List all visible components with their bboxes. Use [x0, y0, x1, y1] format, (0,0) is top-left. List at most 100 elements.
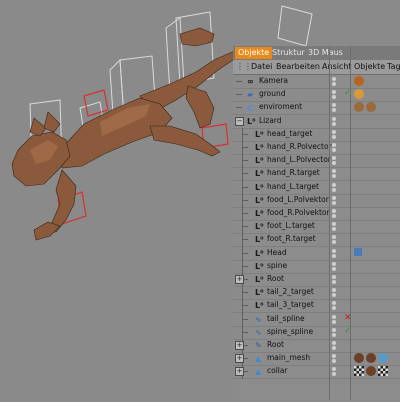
- object-name[interactable]: Lizard: [259, 116, 282, 125]
- object-name[interactable]: foot_R.target: [267, 234, 316, 243]
- editor-visibility-dot[interactable]: [332, 367, 336, 372]
- object-row[interactable]: ∿ tail_spline ✕: [233, 312, 400, 327]
- object-row[interactable]: L⁰ hand_R.target: [233, 167, 400, 182]
- tab-struktur[interactable]: Struktur: [269, 47, 308, 59]
- object-name[interactable]: spine_spline: [267, 327, 313, 336]
- object-name[interactable]: main_mesh: [267, 353, 310, 362]
- editor-visibility-dot[interactable]: [332, 209, 336, 213]
- object-row[interactable]: ∞ Kamera: [233, 75, 400, 89]
- object-name[interactable]: food_R.Polvektor: [267, 208, 330, 217]
- object-row[interactable]: L⁰ head_target: [233, 127, 400, 142]
- editor-visibility-dot[interactable]: [332, 143, 336, 147]
- editor-visibility-dot[interactable]: [332, 103, 336, 108]
- object-row[interactable]: ∿ spine_spline ✓: [233, 325, 400, 340]
- object-row[interactable]: + ▲ main_mesh: [233, 352, 400, 367]
- editor-visibility-dot[interactable]: [332, 129, 336, 134]
- object-name[interactable]: spine: [267, 261, 287, 270]
- object-row[interactable]: L⁰ foot_R.target: [233, 233, 400, 248]
- object-name[interactable]: hand_L.Polvector: [267, 155, 331, 164]
- menu-objekte[interactable]: Objekte: [354, 62, 385, 71]
- expand-button[interactable]: +: [235, 354, 244, 364]
- menu-bearbeiten[interactable]: Bearbeiten: [276, 62, 320, 71]
- render-visibility-dot[interactable]: [332, 121, 336, 126]
- render-visibility-dot[interactable]: [332, 372, 336, 377]
- object-name[interactable]: hand_R.Polvector: [267, 142, 332, 151]
- object-name[interactable]: food_L.Polvektor: [267, 195, 329, 204]
- editor-visibility-dot[interactable]: [332, 288, 336, 293]
- render-visibility-dot[interactable]: [332, 293, 336, 298]
- object-name[interactable]: tail_3_target: [267, 300, 314, 309]
- render-visibility-dot[interactable]: [332, 148, 336, 152]
- object-row[interactable]: L⁰ food_L.Polvektor: [233, 193, 400, 208]
- expand-button[interactable]: +: [235, 341, 244, 350]
- menu-tags[interactable]: Tags: [387, 62, 400, 71]
- object-row[interactable]: L⁰ Head: [233, 246, 400, 261]
- editor-visibility-dot[interactable]: [332, 261, 336, 266]
- object-name[interactable]: Root: [267, 274, 284, 283]
- object-row[interactable]: + ▲ collar: [233, 365, 400, 380]
- object-name[interactable]: Kamera: [259, 76, 288, 85]
- material-sphere-icon[interactable]: [366, 366, 376, 377]
- editor-visibility-dot[interactable]: [332, 275, 336, 279]
- render-visibility-dot[interactable]: [332, 253, 336, 258]
- object-row[interactable]: L⁰ hand_R.Polvector: [233, 141, 400, 155]
- object-name[interactable]: Head: [267, 248, 287, 257]
- object-name[interactable]: tail_spline: [267, 314, 305, 323]
- expand-button[interactable]: +: [235, 367, 244, 377]
- material-tag-icon[interactable]: [354, 102, 364, 113]
- object-name[interactable]: foot_L.target: [267, 221, 315, 230]
- object-row[interactable]: L⁰ tail_2_target: [233, 286, 400, 301]
- tab-3d-maus[interactable]: 3D Maus: [305, 47, 346, 59]
- object-name[interactable]: Root: [267, 340, 284, 349]
- object-row[interactable]: ◐ enviroment: [233, 101, 400, 116]
- editor-visibility-dot[interactable]: [332, 116, 336, 121]
- render-visibility-dot[interactable]: [332, 346, 336, 350]
- editor-visibility-dot[interactable]: [332, 222, 336, 227]
- tag-icon[interactable]: [354, 89, 364, 100]
- editor-visibility-dot[interactable]: [332, 327, 336, 332]
- render-visibility-dot[interactable]: [332, 82, 336, 86]
- editor-visibility-dot[interactable]: [332, 182, 336, 187]
- weight-tag-icon[interactable]: [378, 353, 388, 364]
- render-visibility-dot[interactable]: [332, 280, 336, 284]
- object-name[interactable]: enviroment: [259, 102, 302, 111]
- object-row[interactable]: + L⁰ Root: [233, 273, 400, 287]
- editor-visibility-dot[interactable]: [332, 169, 336, 174]
- editor-visibility-dot[interactable]: [332, 195, 336, 200]
- render-visibility-dot[interactable]: [332, 174, 336, 179]
- editor-visibility-dot[interactable]: [332, 314, 336, 319]
- editor-visibility-dot[interactable]: [332, 90, 336, 95]
- editor-visibility-dot[interactable]: [332, 235, 336, 240]
- menu-datei[interactable]: Datei: [251, 62, 272, 71]
- render-visibility-dot[interactable]: [332, 214, 336, 218]
- menu-ansicht[interactable]: Ansicht: [322, 62, 352, 71]
- render-visibility-dot[interactable]: [332, 227, 336, 232]
- object-row[interactable]: + ✎ Root: [233, 339, 400, 353]
- render-visibility-dot[interactable]: [332, 187, 336, 192]
- render-visibility-dot[interactable]: [332, 306, 336, 311]
- render-visibility-dot[interactable]: [332, 95, 336, 100]
- editor-visibility-dot[interactable]: [332, 341, 336, 345]
- render-visibility-dot[interactable]: [332, 200, 336, 205]
- tab-objekte[interactable]: Objekte: [235, 47, 273, 59]
- editor-visibility-dot[interactable]: [332, 77, 336, 81]
- render-visibility-dot[interactable]: [332, 108, 336, 113]
- object-row[interactable]: L⁰ food_R.Polvektor: [233, 207, 400, 221]
- checker-tag-icon[interactable]: [354, 366, 364, 377]
- render-visibility-dot[interactable]: [332, 319, 336, 324]
- object-row[interactable]: L⁰ tail_3_target: [233, 299, 400, 314]
- ik-tag-icon[interactable]: [354, 247, 362, 256]
- editor-visibility-dot[interactable]: [332, 354, 336, 359]
- object-row[interactable]: L⁰ spine: [233, 259, 400, 274]
- render-visibility-dot[interactable]: [332, 332, 336, 337]
- editor-visibility-dot[interactable]: [332, 156, 336, 161]
- render-visibility-dot[interactable]: [332, 266, 336, 271]
- material-sphere-icon[interactable]: [366, 353, 376, 364]
- material-tag-icon[interactable]: [366, 102, 376, 113]
- material-sphere-icon[interactable]: [354, 353, 364, 364]
- texture-tag-icon[interactable]: [354, 76, 364, 86]
- object-row[interactable]: L⁰ hand_L.Polvector: [233, 154, 400, 169]
- expand-button[interactable]: +: [235, 275, 244, 284]
- editor-visibility-dot[interactable]: [332, 248, 336, 253]
- editor-visibility-dot[interactable]: [332, 301, 336, 306]
